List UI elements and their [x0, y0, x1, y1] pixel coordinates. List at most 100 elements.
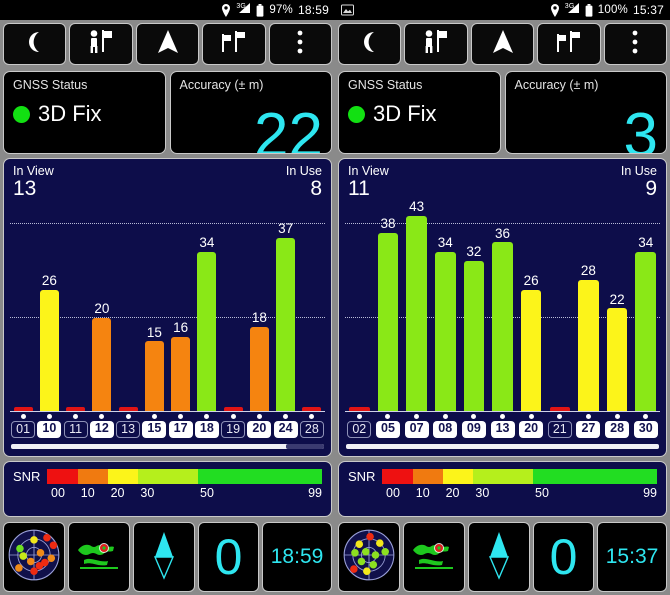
satellite-id-badge[interactable]: 21	[547, 421, 572, 438]
sky-plot-button[interactable]	[338, 522, 400, 592]
satellite-id-badge[interactable]: 11	[63, 421, 88, 438]
night-mode-button[interactable]	[338, 23, 402, 65]
satellite-id-badge[interactable]: 18	[194, 421, 219, 438]
navigation-button[interactable]	[135, 23, 200, 65]
satellite-id-badge[interactable]: 13	[490, 421, 515, 438]
bar-slot: 32	[460, 200, 489, 412]
satellite-id-badge[interactable]: 20	[247, 421, 272, 438]
satellite-id-badge[interactable]: 08	[433, 421, 458, 438]
compass-needle-icon	[151, 530, 177, 585]
satellite-id-badge[interactable]: 13	[116, 421, 141, 438]
compass-button[interactable]	[468, 522, 530, 592]
satellite-id-badge[interactable]: 20	[519, 421, 544, 438]
chart-scrollbar-thumb[interactable]	[286, 443, 324, 449]
gnss-status-card[interactable]: GNSS Status 3D Fix	[3, 71, 166, 154]
compass-button[interactable]	[133, 522, 195, 592]
accuracy-card[interactable]: Accuracy (± m) 22	[169, 71, 332, 154]
speed-display[interactable]: 0	[533, 522, 595, 592]
snr-bar	[144, 341, 164, 412]
gnss-panel-right: 3G 100% 15:37 GNSS Status 3D Fix Accuracy (± …	[335, 0, 670, 595]
satellite-id-badge[interactable]: 17	[168, 421, 193, 438]
speed-display[interactable]: 0	[198, 522, 260, 592]
bottom-toolbar: 0 18:59	[0, 519, 335, 595]
in-view-count: 11	[348, 177, 370, 200]
satellite-id-badge[interactable]: 07	[404, 421, 429, 438]
speed-value: 0	[549, 529, 578, 585]
snr-legend-label: SNR	[348, 469, 376, 484]
accuracy-value: 3	[623, 101, 658, 154]
snr-bar-plot: 38 43 34 32 36 26 28 22 34	[345, 199, 660, 412]
bar-slot: 15	[141, 200, 167, 412]
satellite-id-badge[interactable]: 27	[576, 421, 601, 438]
satellite-snr-chart-card[interactable]: In View 13 In Use 8 26 20 15 16 34 18 37 01 10 11 12 13…	[3, 158, 332, 457]
top-toolbar	[0, 20, 335, 68]
satellite-id-badge[interactable]: 28	[605, 421, 630, 438]
location-pin-icon	[550, 3, 560, 17]
waypoints-button[interactable]	[202, 23, 266, 65]
night-mode-button[interactable]	[3, 23, 67, 65]
gnss-status-card[interactable]: GNSS Status 3D Fix	[338, 71, 501, 154]
satellite-snr-chart-card[interactable]: In View 11 In Use 9 38 43 34 32 36 26 28 22 34 02 05 07…	[338, 158, 667, 457]
chart-scrollbar[interactable]	[346, 441, 659, 451]
chart-scrollbar[interactable]	[11, 441, 324, 451]
snr-tick-label: 10	[415, 486, 430, 500]
map-button[interactable]	[68, 522, 130, 592]
snr-color-segment	[412, 469, 443, 484]
satellite-marker-dot	[528, 414, 534, 419]
navigation-button[interactable]	[470, 23, 535, 65]
bar-slot: 34	[194, 200, 220, 412]
satellite-marker-dot	[643, 414, 649, 419]
satellite-id-badge[interactable]: 28	[299, 421, 324, 438]
bar-value-label: 26	[41, 272, 57, 288]
snr-bar	[463, 261, 485, 412]
sky-plot-button[interactable]	[3, 522, 65, 592]
snr-bar	[578, 280, 599, 412]
snr-legend-label: SNR	[13, 469, 41, 484]
satellite-marker-dot	[585, 414, 591, 419]
status-bar-right: 3G 97% 18:59	[221, 2, 329, 17]
clock-display[interactable]: 15:37	[597, 522, 667, 592]
snr-color-segment	[198, 469, 322, 484]
satellite-id-badge[interactable]: 02	[347, 421, 372, 438]
snr-bar	[492, 242, 513, 412]
snr-color-segment	[473, 469, 534, 484]
accuracy-card[interactable]: Accuracy (± m) 3	[504, 71, 667, 154]
two-flags-icon	[219, 30, 249, 59]
overflow-menu-button[interactable]	[268, 23, 333, 65]
person-flag-icon	[422, 29, 450, 60]
accuracy-label: Accuracy (± m)	[514, 78, 599, 92]
map-button[interactable]	[403, 522, 465, 592]
satellite-id-badge[interactable]: 30	[633, 421, 658, 438]
satellite-marker-dot	[73, 414, 79, 419]
accuracy-label: Accuracy (± m)	[179, 78, 264, 92]
satellite-id-badge[interactable]: 10	[37, 421, 62, 438]
satellite-id-badge[interactable]: 19	[221, 421, 246, 438]
snr-tick-label: 20	[445, 486, 460, 500]
three-dots-vertical-icon	[296, 29, 304, 60]
compass-needle-icon	[486, 530, 512, 585]
satellite-marker-dot	[256, 414, 262, 419]
survey-button[interactable]	[404, 23, 468, 65]
snr-legend-card: SNR 00 10 20 30 50 99	[3, 461, 332, 517]
bar-slot	[220, 200, 246, 412]
accuracy-value: 22	[254, 101, 323, 154]
bar-slot	[545, 200, 574, 412]
survey-button[interactable]	[69, 23, 133, 65]
summary-cards: GNSS Status 3D Fix Accuracy (± m) 22	[0, 68, 335, 156]
chart-baseline	[10, 411, 325, 412]
bar-value-label: 37	[278, 220, 294, 236]
clock-display[interactable]: 18:59	[262, 522, 332, 592]
satellite-id-badge[interactable]: 15	[142, 421, 167, 438]
bar-slot: 22	[603, 200, 632, 412]
satellite-id-badge[interactable]: 09	[461, 421, 486, 438]
satellite-id-strip: 02 05 07 08 09 13 20 21 27 28 30	[339, 412, 666, 438]
waypoints-button[interactable]	[537, 23, 601, 65]
satellite-id-strip: 01 10 11 12 13 15 17 18 19 20 24 28	[4, 412, 331, 438]
satellite-id-badge[interactable]: 05	[375, 421, 400, 438]
satellite-id-badge[interactable]: 24	[273, 421, 298, 438]
satellite-id-badge[interactable]: 12	[89, 421, 114, 438]
bar-slot: 28	[574, 200, 603, 412]
satellite-id-badge[interactable]: 01	[11, 421, 36, 438]
overflow-menu-button[interactable]	[603, 23, 668, 65]
snr-bar	[92, 317, 112, 412]
